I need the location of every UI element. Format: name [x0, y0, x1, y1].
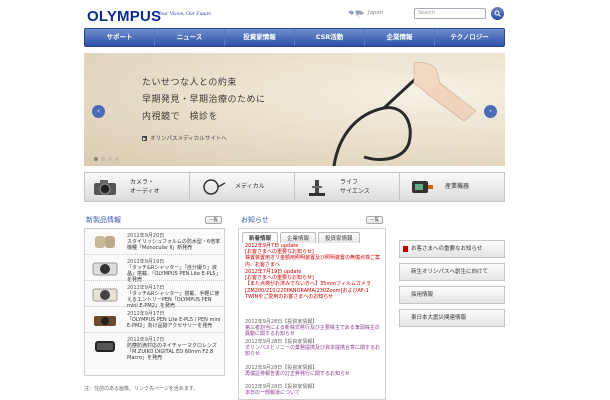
product-thumbnail [92, 288, 118, 302]
search-button[interactable] [491, 7, 504, 20]
hero-headline-2: 早期発見・早期治療のために [142, 95, 266, 105]
product-thumbnail [95, 341, 115, 352]
global-nav: サポート ニュース 投資家情報 CSR活動 企業情報 テクノロジー [84, 28, 505, 47]
product-date: 2012年9月17日 [127, 311, 165, 317]
product-title: 防塵防滴対応のネイチャーマクロレンズ「M.ZUIKO DIGITAL ED 60… [127, 343, 217, 361]
category-industrial[interactable]: 産業機器 [400, 173, 504, 201]
list-item[interactable]: 2012年9月17日 「OLYMPUS PEN Lite E-PL5 / PEN… [85, 308, 224, 333]
side-link-important-notice[interactable]: お客さまへの重要なお知らせ [399, 240, 505, 258]
new-products-list: 2012年9月20日 スタイリッシュフォルムの防水型・6倍率機種「Monocul… [84, 228, 225, 376]
nav-item-corporate[interactable]: 企業情報 [365, 29, 435, 46]
hero-dot[interactable] [108, 157, 112, 161]
product-date: 2012年9月20日 [127, 233, 165, 239]
world-map-icon [348, 10, 364, 18]
product-title: 「タッチ&Rシャッター」搭載、手軽に使えるエントリーPEN「OLYMPUS PE… [127, 291, 220, 309]
news-text: オリンパスとソニーの業務提携及び資本提携合意に関するお知らせ [245, 345, 381, 358]
news-text: 本日の一部報道について [245, 390, 300, 397]
nav-item-support[interactable]: サポート [85, 29, 155, 46]
side-link-label: 採用情報 [411, 292, 434, 298]
tab-corporate-info[interactable]: 企業情報 [280, 232, 317, 243]
tab-investor-info[interactable]: 投資家情報 [318, 232, 360, 243]
product-thumbnail [92, 262, 118, 276]
category-life-science[interactable]: ライフ サイエンス [295, 173, 400, 201]
olympus-logo[interactable]: OLYMPUS [87, 8, 161, 25]
news-more-button[interactable]: 一覧 [366, 216, 383, 224]
nav-item-news[interactable]: ニュース [155, 29, 225, 46]
list-item[interactable]: 2012年9月17日 防塵防滴対応のネイチャーマクロレンズ「M.ZUIKO DI… [85, 334, 224, 361]
nav-item-investors[interactable]: 投資家情報 [225, 29, 295, 46]
search-icon [494, 10, 501, 17]
side-link-earthquake[interactable]: 東日本大震災関連情報 [399, 309, 505, 327]
category-camera-audio[interactable]: カメラ・ オーディオ [85, 173, 190, 201]
footer-note: 注：住前のある画像、リンク先ページを含めます。 [84, 386, 199, 392]
side-link-label: お客さまへの重要なお知らせ [411, 246, 483, 252]
news-item[interactable]: 2012年9月7日 update [お客さまへの重要なお知らせ] 株置装置用オリ… [245, 243, 383, 268]
news-item[interactable]: 2012年9月28日【投資家情報】 オリンパスとソニーの業務提携及び資本提携合意… [245, 339, 383, 358]
side-link-label: 新生オリンパスへ創生に向けて [411, 269, 489, 275]
industrial-device-icon [412, 181, 433, 193]
hero-dot[interactable] [101, 157, 105, 161]
product-date: 2012年9月19日 [127, 259, 165, 265]
side-link-label: 東日本大震災関連情報 [411, 315, 467, 321]
endoscope-icon [203, 179, 226, 195]
search-input[interactable]: Search [414, 8, 486, 19]
list-item[interactable]: 2012年9月20日 スタイリッシュフォルムの防水型・6倍率機種「Monocul… [85, 230, 224, 255]
news-item[interactable]: 2012年9月28日【投資家情報】 再償証券報告書の訂正券発行に関するお知らせ [245, 365, 383, 377]
hero-banner[interactable]: たいせつな人との約束 早期発見・早期治療のために 内視鏡で 検診を オリンパスメ… [84, 53, 505, 166]
alert-icon [403, 246, 408, 252]
news-item[interactable]: 2012年9月28日【投資家情報】 第三者割当による新株式発行及び主要株主である… [245, 319, 383, 338]
news-item[interactable]: 2012年9月28日【投資家情報】 本日の一部報道について [245, 384, 383, 396]
news-text: 第三者割当による新株式発行及び主要株主である筆頭株主の異動に関するお知らせ [245, 325, 380, 338]
hero-headline-1: たいせつな人との約束 [142, 78, 237, 88]
category-label: メディカル [235, 183, 265, 190]
hero-prev-button[interactable]: ‹ [92, 105, 105, 118]
product-thumbnail [95, 236, 115, 248]
hero-dot[interactable] [94, 157, 98, 161]
side-link-new-olympus[interactable]: 新生オリンパスへ創生に向けて [399, 263, 505, 281]
news-text: [お客さまへの重要なお知らせ] 【また点検がお済みでない方へ】35mmフィルムカ… [245, 275, 371, 300]
news-text: 再償証券報告書の訂正券発行に関するお知らせ [245, 371, 350, 378]
hero-next-button[interactable]: › [484, 105, 497, 118]
product-title: 「OLYMPUS PEN Lite E-PL5 / PEN mini E-PM2… [127, 317, 221, 329]
category-label: ライフ サイエンス [340, 179, 370, 195]
category-label: 産業機器 [445, 183, 470, 190]
tab-new-info[interactable]: 新着情報 [242, 232, 279, 243]
list-item[interactable]: 2012年9月19日 「タッチ&Rシャッター」「自分撮り」液晶」搭載、「OLYM… [85, 256, 224, 283]
news-section-title: お知らせ [241, 216, 269, 224]
category-bar: カメラ・ オーディオ メディカル ライフ サイエンス 産業機器 [84, 172, 505, 202]
news-item[interactable]: 2012年7月19日 update [お客さまへの重要なお知らせ] 【また点検が… [245, 269, 383, 300]
news-panel: 新着情報 企業情報 投資家情報 2012年9月7日 update [お客さまへの… [238, 228, 386, 400]
hero-headline-3: 内視鏡で 検診を [142, 112, 219, 122]
tagline: Your Vision, Our Future [158, 11, 211, 17]
camera-icon [94, 180, 116, 195]
category-medical[interactable]: メディカル [190, 173, 295, 201]
category-label: カメラ・ オーディオ [130, 179, 160, 195]
microscope-icon [309, 180, 325, 196]
hero-pagination [94, 157, 119, 161]
product-title: スタイリッシュフォルムの防水型・6倍率機種「Monocular Ⅱ」新発売 [127, 239, 221, 251]
language-selector[interactable]: Japan [368, 10, 383, 16]
product-thumbnail [94, 316, 116, 326]
products-more-button[interactable]: 一覧 [205, 216, 222, 224]
hero-dot[interactable] [115, 157, 119, 161]
products-section-title: 新製品情報 [86, 216, 121, 224]
list-item[interactable]: 2012年9月17日 「タッチ&Rシャッター」搭載、手軽に使えるエントリーPEN… [85, 282, 224, 309]
news-text: [お客さまへの重要なお知らせ] 株置装置用オリ金額用照明装置及び照明装置の無償点… [245, 249, 381, 268]
side-link-recruit[interactable]: 採用情報 [399, 286, 505, 304]
product-date: 2012年9月17日 [127, 285, 165, 291]
product-title: 「タッチ&Rシャッター」「自分撮り」液晶」搭載、「OLYMPUS PEN Lit… [127, 265, 221, 283]
product-date: 2012年9月17日 [127, 337, 165, 343]
news-tabs: 新着情報 企業情報 投資家情報 [242, 232, 360, 243]
nav-item-technology[interactable]: テクノロジー [435, 29, 504, 46]
nav-item-csr[interactable]: CSR活動 [295, 29, 365, 46]
hero-medical-link[interactable]: オリンパスメディカルサイトへ [142, 134, 227, 142]
